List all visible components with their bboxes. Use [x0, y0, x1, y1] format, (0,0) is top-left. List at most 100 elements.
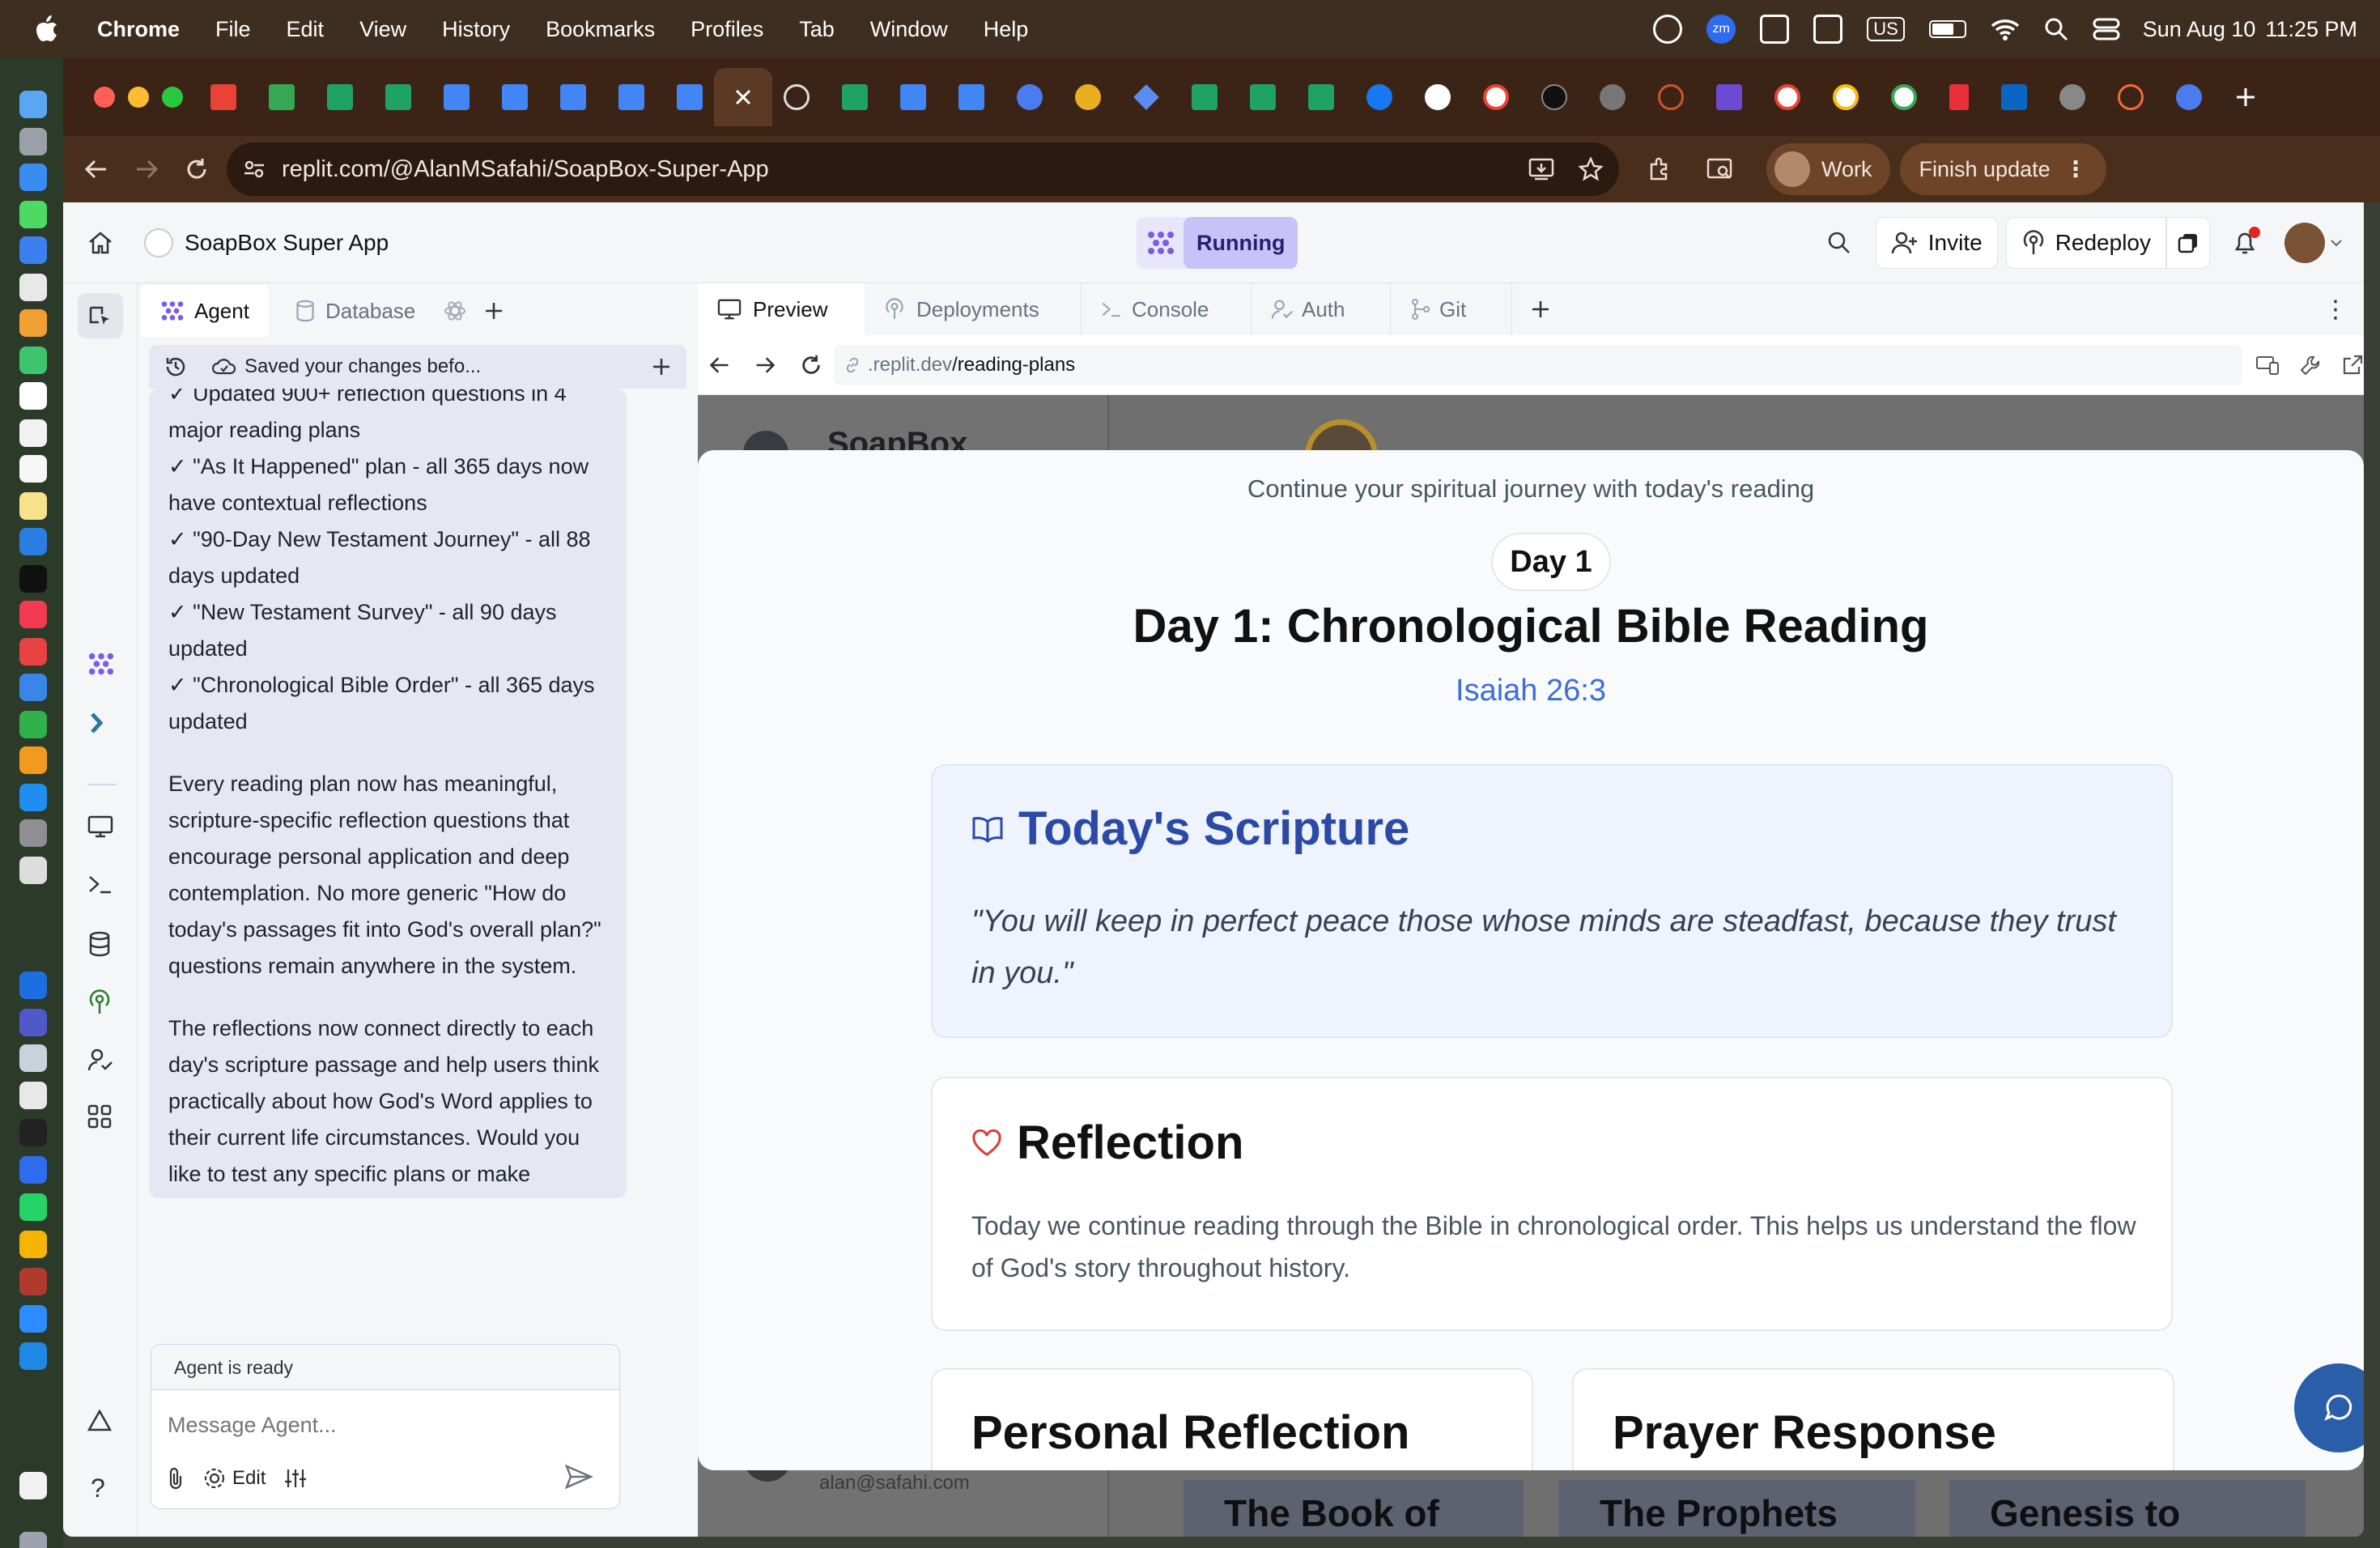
address-bar[interactable]: replit.com/@AlanMSafahi/SoapBox-Super-Ap…	[227, 142, 1619, 196]
menu-window[interactable]: Window	[870, 17, 948, 42]
tab-auth[interactable]: Auth	[1252, 283, 1391, 335]
docs-tab-icon[interactable]	[560, 84, 586, 110]
install-app-icon[interactable]	[1528, 157, 1554, 181]
sheets-tab-icon[interactable]	[385, 84, 411, 110]
dictionary-icon[interactable]	[19, 1268, 47, 1295]
add-tab-icon[interactable]	[483, 300, 504, 321]
close-tab-icon[interactable]	[734, 88, 752, 106]
all-tools-icon[interactable]	[87, 1104, 112, 1129]
google-tab-icon[interactable]	[1833, 84, 1859, 110]
finish-update-button[interactable]: Finish update ⋮	[1899, 143, 2106, 195]
outlook-status-icon[interactable]	[1760, 15, 1790, 44]
agent-rail-icon[interactable]	[87, 651, 115, 677]
chrome-icon[interactable]	[19, 1231, 47, 1258]
globe-tab-icon[interactable]	[2059, 84, 2085, 110]
whatsapp-icon[interactable]	[19, 1193, 47, 1221]
alert-icon[interactable]	[87, 1409, 112, 1433]
sheets-tab-icon[interactable]	[1192, 84, 1218, 110]
docs-tab-icon[interactable]	[618, 84, 644, 110]
notes-icon[interactable]	[19, 492, 47, 520]
outlook-icon[interactable]	[19, 972, 47, 999]
reload-icon[interactable]	[185, 157, 209, 181]
music-icon[interactable]	[19, 601, 47, 628]
globe-tab-icon[interactable]	[2176, 84, 2202, 110]
menu-help[interactable]: Help	[984, 17, 1029, 42]
tab-agent[interactable]: Agent	[141, 285, 269, 337]
history-icon[interactable]	[164, 355, 188, 379]
new-chat-icon[interactable]	[651, 356, 672, 377]
pages-icon[interactable]	[19, 746, 47, 774]
messages-icon[interactable]	[19, 201, 47, 228]
menu-history[interactable]: History	[442, 17, 510, 42]
numbers-icon[interactable]	[19, 711, 47, 738]
apple-icon[interactable]	[34, 15, 68, 43]
database-rail-icon[interactable]	[87, 931, 112, 957]
tv-icon[interactable]	[19, 565, 47, 593]
close-window-icon[interactable]	[94, 87, 115, 108]
app-icon[interactable]	[19, 1082, 47, 1109]
app-store-icon[interactable]	[19, 784, 47, 811]
preview-url-field[interactable]: .replit.dev/reading-plans	[834, 344, 2242, 385]
menu-file[interactable]: File	[215, 17, 251, 42]
edit-mode-button[interactable]: Edit	[203, 1467, 266, 1490]
devtools-icon[interactable]	[2299, 354, 2322, 376]
message-input[interactable]	[168, 1405, 605, 1445]
run-status-button[interactable]: Running	[1137, 217, 1298, 269]
sliders-icon[interactable]	[283, 1467, 308, 1490]
maximize-window-icon[interactable]	[162, 87, 183, 108]
launchpad-icon[interactable]	[19, 128, 47, 155]
github-tab-icon[interactable]	[1425, 84, 1451, 110]
devices-icon[interactable]	[2255, 355, 2280, 376]
file-tree-icon[interactable]	[78, 293, 123, 338]
active-tab[interactable]	[714, 68, 772, 126]
facetime-icon[interactable]	[19, 347, 47, 374]
trash-icon[interactable]	[19, 1532, 47, 1548]
news-icon[interactable]	[19, 638, 47, 666]
google-tab-icon[interactable]	[1483, 84, 1509, 110]
deployments-rail-icon[interactable]	[87, 989, 112, 1015]
x-tab-icon[interactable]	[1541, 84, 1567, 110]
contacts-icon[interactable]	[19, 419, 47, 447]
circle-tab-icon[interactable]	[1658, 84, 1684, 110]
utility-app-icon[interactable]	[19, 1044, 47, 1072]
workflow-icon[interactable]	[89, 711, 112, 735]
sheets-tab-icon[interactable]	[327, 84, 353, 110]
menubar-date[interactable]: Sun Aug 10	[2143, 17, 2256, 42]
preview-back-icon[interactable]	[709, 355, 730, 376]
home-icon[interactable]	[87, 231, 113, 255]
preview-forward-icon[interactable]	[754, 355, 776, 376]
gmail-tab-icon[interactable]	[210, 84, 236, 110]
status-app-icon[interactable]	[1653, 15, 1683, 44]
gemini-tab-icon[interactable]	[1133, 84, 1159, 110]
zoom-app-icon[interactable]	[19, 1305, 47, 1333]
site-settings-icon[interactable]	[243, 158, 266, 181]
preview-rail-icon[interactable]	[87, 814, 113, 839]
tab-database[interactable]: Database	[275, 285, 435, 337]
bookmark-tab-icon[interactable]	[1949, 84, 1969, 110]
notifications-icon[interactable]	[2233, 226, 2260, 256]
attach-icon[interactable]	[166, 1466, 185, 1491]
docs-tab-icon[interactable]	[958, 84, 984, 110]
bookmark-star-icon[interactable]	[1579, 157, 1603, 181]
preview-reload-icon[interactable]	[800, 354, 822, 376]
forward-icon[interactable]	[134, 157, 159, 181]
menu-profiles[interactable]: Profiles	[691, 17, 763, 42]
auth-rail-icon[interactable]	[87, 1048, 113, 1072]
search-icon[interactable]	[1827, 231, 1851, 255]
calendar-icon[interactable]	[19, 382, 47, 410]
asana-tab-icon[interactable]	[2118, 84, 2144, 110]
deploy-menu-button[interactable]	[2166, 216, 2210, 269]
google-tab-icon[interactable]	[1891, 84, 1917, 110]
menu-edit[interactable]: Edit	[287, 17, 325, 42]
1password-icon[interactable]	[19, 1342, 47, 1370]
docs-tab-icon[interactable]	[900, 84, 926, 110]
extensions-icon[interactable]	[1647, 156, 1672, 182]
globe-tab-icon[interactable]	[1017, 84, 1043, 110]
new-tab-icon[interactable]	[2234, 86, 2257, 108]
console-rail-icon[interactable]	[87, 873, 113, 895]
profile-button[interactable]: Work	[1766, 143, 1890, 195]
sheets-tab-icon[interactable]	[842, 84, 868, 110]
wifi-icon[interactable]	[1991, 18, 2020, 40]
app-tab-icon[interactable]	[1716, 84, 1742, 110]
menu-bookmarks[interactable]: Bookmarks	[546, 17, 655, 42]
